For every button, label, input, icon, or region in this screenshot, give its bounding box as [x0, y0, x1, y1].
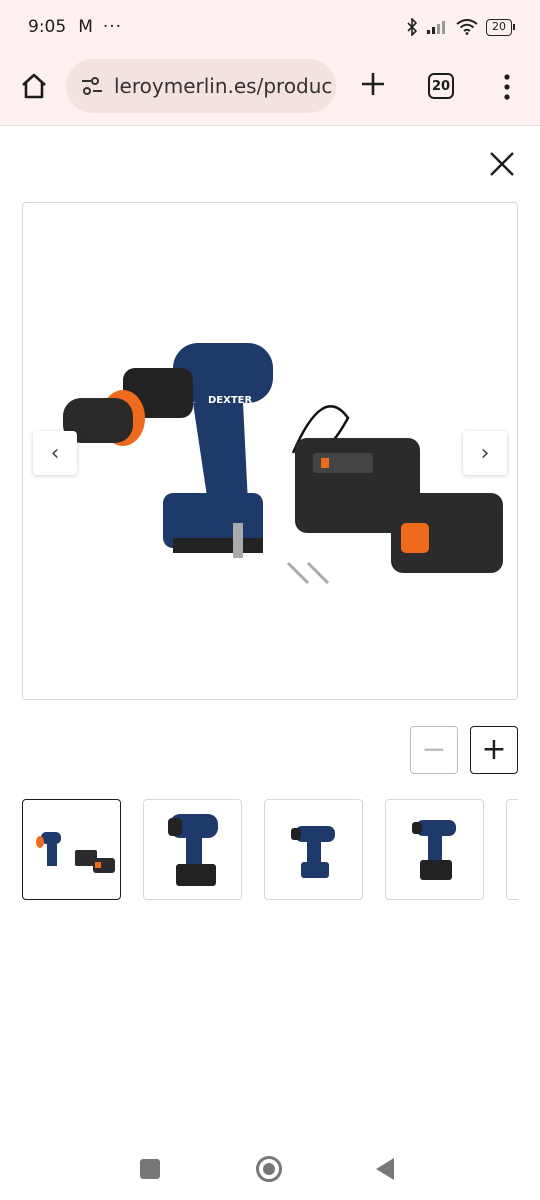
close-icon[interactable]: [486, 148, 518, 180]
thumbnail-strip[interactable]: [22, 799, 518, 901]
drill-illustration: DEXTER: [63, 343, 273, 558]
thumbnail-image: [168, 814, 218, 886]
address-bar[interactable]: leroymerlin.es/produc: [66, 59, 336, 113]
zoom-in-button[interactable]: +: [470, 726, 518, 774]
more-notifications-icon: ···: [102, 17, 123, 37]
thumbnail-image: [36, 832, 115, 873]
browser-toolbar: leroymerlin.es/produc 20: [0, 54, 540, 126]
back-icon[interactable]: [376, 1158, 394, 1180]
zoom-out-button[interactable]: −: [410, 726, 458, 774]
bluetooth-icon: [407, 18, 418, 36]
gallery-prev-button[interactable]: ‹: [33, 431, 77, 475]
wifi-icon: [456, 19, 478, 35]
status-bar: 9:05 M ··· 20: [0, 0, 540, 54]
thumbnail-drill-kit[interactable]: [22, 799, 121, 900]
minus-icon: −: [421, 732, 447, 767]
thumbnail-image: [291, 826, 335, 878]
thumbnail-impact-wrench[interactable]: [143, 799, 242, 900]
product-image-gallery[interactable]: DEXTER ‹ ›: [22, 202, 518, 700]
gallery-next-button[interactable]: ›: [463, 431, 507, 475]
tab-switcher-button[interactable]: 20: [428, 73, 454, 99]
overflow-menu-icon[interactable]: [500, 72, 514, 102]
home-nav-icon[interactable]: [256, 1156, 282, 1182]
chevron-left-icon: ‹: [50, 440, 60, 466]
product-image-drill-kit: DEXTER: [63, 343, 503, 585]
svg-text:DEXTER: DEXTER: [208, 395, 252, 406]
site-settings-icon[interactable]: [80, 74, 104, 98]
status-icons: 20: [406, 18, 515, 36]
battery-icon: 20: [486, 18, 515, 36]
thumbnail-partial[interactable]: [506, 799, 518, 900]
url-text[interactable]: leroymerlin.es/produc: [114, 74, 332, 98]
status-time: 9:05: [28, 17, 67, 37]
thumbnail-image: [412, 820, 456, 880]
recents-icon[interactable]: [140, 1159, 160, 1179]
system-navigation-bar: [0, 1136, 540, 1200]
gmail-icon: M: [78, 17, 93, 37]
chevron-right-icon: ›: [480, 440, 490, 466]
plus-icon: +: [481, 732, 507, 767]
home-icon[interactable]: [18, 70, 50, 102]
signal-icon: [427, 21, 445, 34]
new-tab-icon[interactable]: [358, 69, 388, 99]
thumbnail-impact-driver-2[interactable]: [385, 799, 484, 900]
thumbnail-impact-driver[interactable]: [264, 799, 363, 900]
